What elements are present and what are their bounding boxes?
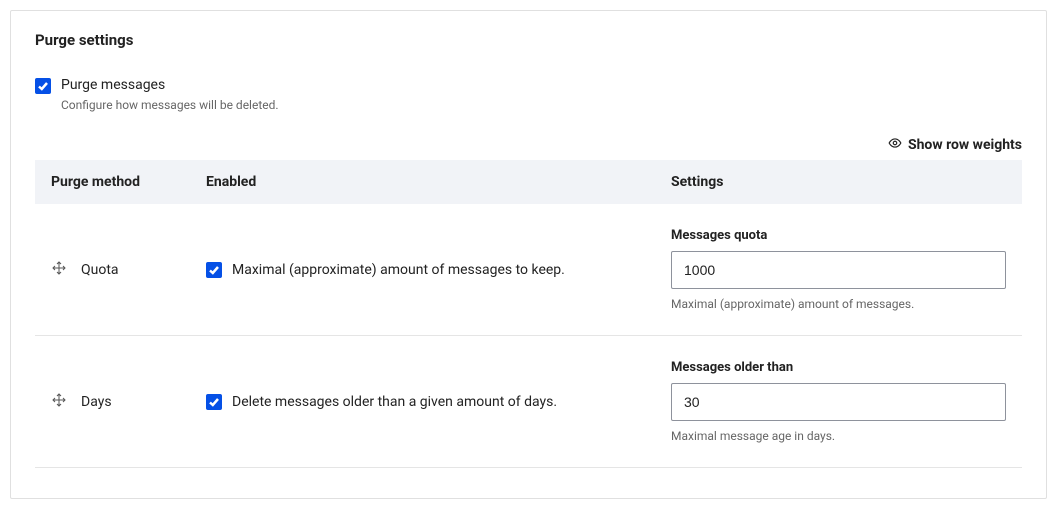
purge-messages-label: Purge messages (61, 77, 165, 93)
messages-days-input[interactable] (671, 383, 1006, 421)
purge-settings-panel: Purge settings Purge messages Configure … (10, 10, 1047, 499)
panel-title: Purge settings (35, 31, 1022, 49)
eye-icon (888, 136, 902, 154)
table-header: Purge method Enabled Settings (35, 160, 1022, 204)
table-row: Days Delete messages older than a given … (35, 336, 1022, 468)
header-method: Purge method (51, 174, 206, 190)
purge-methods-table: Purge method Enabled Settings Quota (35, 160, 1022, 468)
days-enabled-checkbox[interactable] (206, 394, 222, 410)
messages-quota-input[interactable] (671, 251, 1006, 289)
show-row-weights-label: Show row weights (908, 137, 1022, 153)
days-enabled-label: Delete messages older than a given amoun… (232, 394, 557, 410)
purge-messages-row: Purge messages (35, 77, 1022, 94)
purge-messages-description: Configure how messages will be deleted. (61, 98, 1022, 112)
method-name: Days (81, 394, 112, 410)
quota-enabled-label: Maximal (approximate) amount of messages… (232, 262, 565, 278)
header-enabled: Enabled (206, 174, 671, 190)
table-row: Quota Maximal (approximate) amount of me… (35, 204, 1022, 336)
days-field-label: Messages older than (671, 360, 1006, 375)
drag-handle-icon[interactable] (51, 260, 67, 280)
show-row-weights-link[interactable]: Show row weights (35, 136, 1022, 154)
drag-handle-icon[interactable] (51, 392, 67, 412)
quota-enabled-checkbox[interactable] (206, 262, 222, 278)
method-name: Quota (81, 262, 119, 278)
header-settings: Settings (671, 174, 1006, 190)
purge-messages-checkbox[interactable] (35, 78, 51, 94)
quota-field-label: Messages quota (671, 228, 1006, 243)
days-help-text: Maximal message age in days. (671, 429, 1006, 443)
quota-help-text: Maximal (approximate) amount of messages… (671, 297, 1006, 311)
